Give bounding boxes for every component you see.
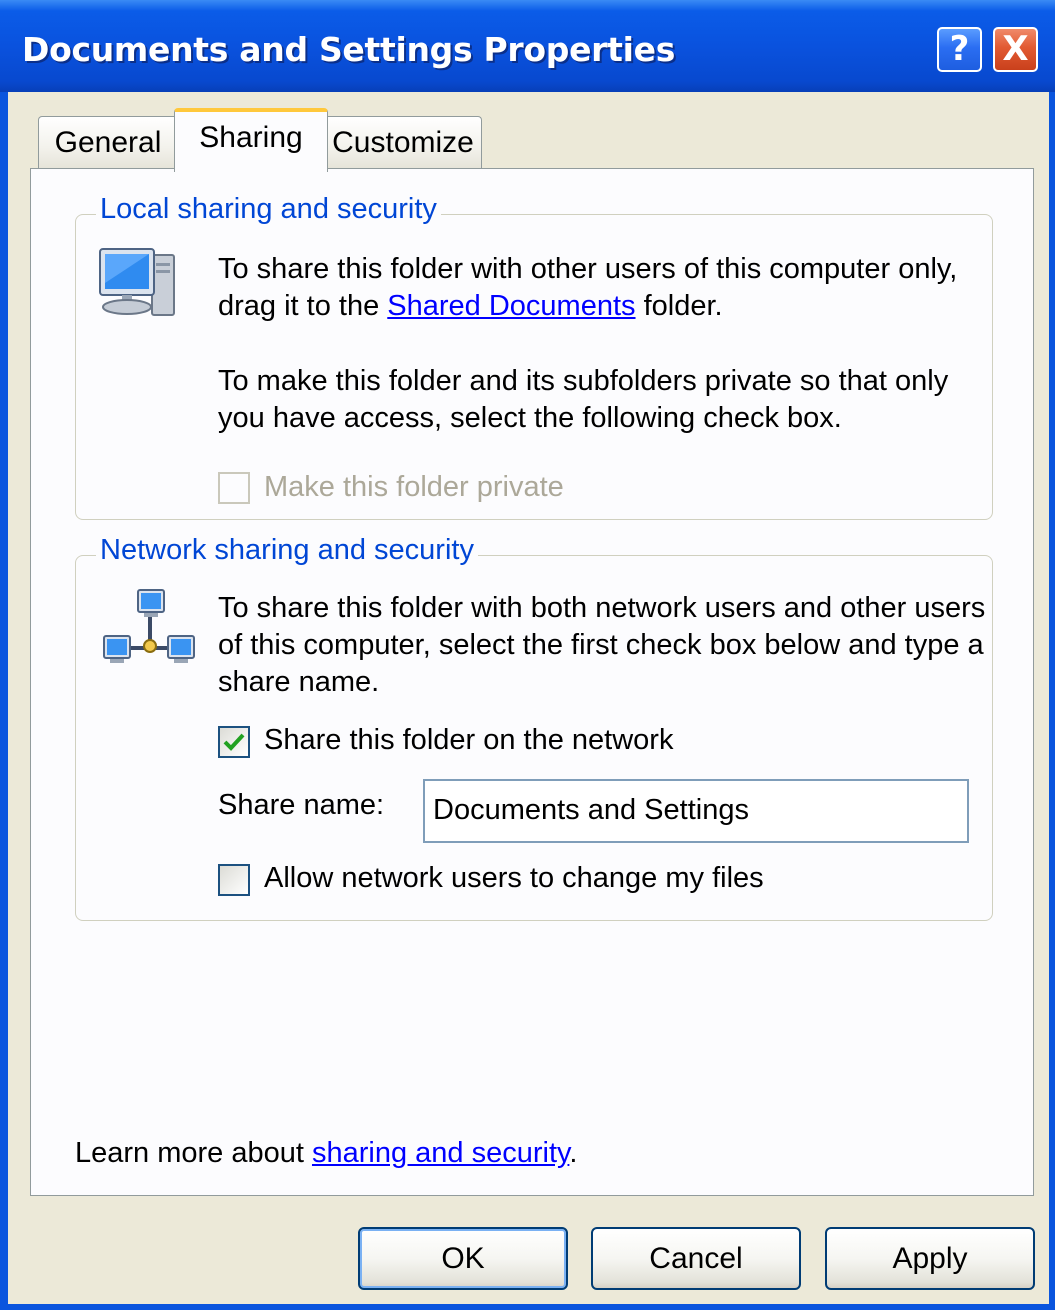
share-name-input[interactable]: Documents and Settings [423,779,969,843]
close-button[interactable]: X [993,27,1038,72]
local-sharing-group: Local sharing and security To share this… [75,193,993,520]
tab-customize[interactable]: Customize [324,116,482,168]
sharing-tab-panel: Local sharing and security To share this… [30,168,1034,1196]
network-sharing-legend: Network sharing and security [96,534,478,567]
private-instructions: To make this folder and its subfolders p… [218,365,949,434]
window-title: Documents and Settings Properties [22,30,676,69]
properties-window: Documents and Settings Properties ? X Ge… [0,0,1055,1310]
ok-button[interactable]: OK [358,1227,568,1290]
network-sharing-description: To share this folder with both network u… [218,592,986,698]
dialog-client-area: General Customize Sharing Local sharing … [8,92,1049,1304]
share-on-network-label: Share this folder on the network [264,724,674,756]
shared-documents-link[interactable]: Shared Documents [387,290,635,322]
allow-change-checkbox[interactable] [218,864,250,896]
network-icon [102,586,198,682]
cancel-button[interactable]: Cancel [591,1227,801,1290]
title-bar[interactable]: Documents and Settings Properties ? X [0,0,1055,92]
tab-general[interactable]: General [38,116,178,168]
apply-button[interactable]: Apply [825,1227,1035,1290]
make-private-label: Make this folder private [264,471,564,503]
computer-icon [96,243,176,333]
local-sharing-description: To share this folder with other users of… [218,253,958,322]
help-button[interactable]: ? [937,27,982,72]
sharing-security-link[interactable]: sharing and security [312,1137,569,1169]
checkmark-icon [223,733,245,751]
network-sharing-group: Network sharing and security To share th… [75,534,993,921]
share-name-label: Share name: [218,789,385,821]
tab-sharing[interactable]: Sharing [174,108,328,172]
share-on-network-checkbox[interactable] [218,726,250,758]
make-private-checkbox[interactable] [218,472,250,504]
learn-more-text: Learn more about sharing and security. [75,1137,578,1169]
local-sharing-legend: Local sharing and security [96,193,441,226]
allow-change-label: Allow network users to change my files [264,862,764,894]
